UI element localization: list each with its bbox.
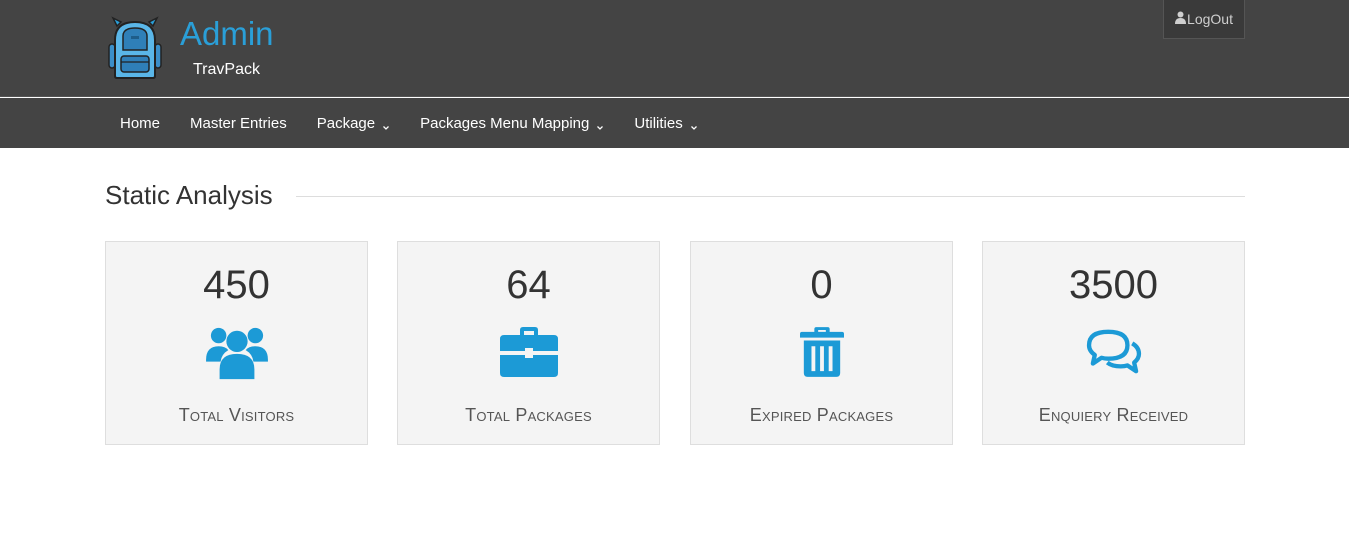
stat-card-total-visitors[interactable]: 450 Total Visitors xyxy=(105,241,368,445)
user-icon xyxy=(1175,11,1187,27)
logout-label: LogOut xyxy=(1187,11,1233,27)
nav-item-master-entries[interactable]: Master Entries xyxy=(175,98,302,148)
nav-item-label: Home xyxy=(120,114,161,132)
stat-count: 0 xyxy=(810,263,833,307)
stat-label: Total Packages xyxy=(465,405,592,425)
stat-label: Expired Packages xyxy=(749,405,894,425)
nav-item-label: Master Entries xyxy=(190,114,287,132)
chevron-down-icon xyxy=(690,119,698,130)
nav-item-label: Packages Menu Mapping xyxy=(420,114,590,132)
stat-card-enquiery-received[interactable]: 3500 Enquiery Received xyxy=(982,241,1245,445)
nav-menu: Home Master Entries Package Packages Men… xyxy=(105,98,713,148)
brand-title[interactable]: Admin xyxy=(180,14,274,54)
chevron-down-icon xyxy=(382,119,390,130)
main-navbar: Home Master Entries Package Packages Men… xyxy=(0,98,1349,148)
stat-label: Enquiery Received xyxy=(1038,405,1189,425)
stat-count: 64 xyxy=(506,263,551,307)
chevron-down-icon xyxy=(596,119,604,130)
nav-item-label: Utilities xyxy=(634,114,683,132)
backpack-icon[interactable] xyxy=(105,16,165,80)
header: Admin TravPack LogOut xyxy=(0,0,1349,97)
nav-item-packages-menu-mapping[interactable]: Packages Menu Mapping xyxy=(405,98,619,148)
trash-icon xyxy=(790,322,854,382)
briefcase-icon xyxy=(497,322,561,382)
stat-count: 450 xyxy=(203,263,270,307)
nav-item-package[interactable]: Package xyxy=(302,98,405,148)
users-icon xyxy=(205,322,269,382)
logout-button[interactable]: LogOut xyxy=(1163,0,1245,39)
section-divider xyxy=(296,196,1245,197)
comments-icon xyxy=(1082,322,1146,382)
stat-card-total-packages[interactable]: 64 Total Packages xyxy=(397,241,660,445)
stat-card-expired-packages[interactable]: 0 Expired Packages xyxy=(690,241,953,445)
nav-item-home[interactable]: Home xyxy=(105,98,175,148)
brand-subtitle: TravPack xyxy=(193,61,260,78)
stat-label: Total Visitors xyxy=(178,405,295,425)
stat-count: 3500 xyxy=(1069,263,1158,307)
section-title: Static Analysis xyxy=(105,180,273,210)
nav-item-label: Package xyxy=(316,114,376,132)
nav-item-utilities[interactable]: Utilities xyxy=(619,98,712,148)
